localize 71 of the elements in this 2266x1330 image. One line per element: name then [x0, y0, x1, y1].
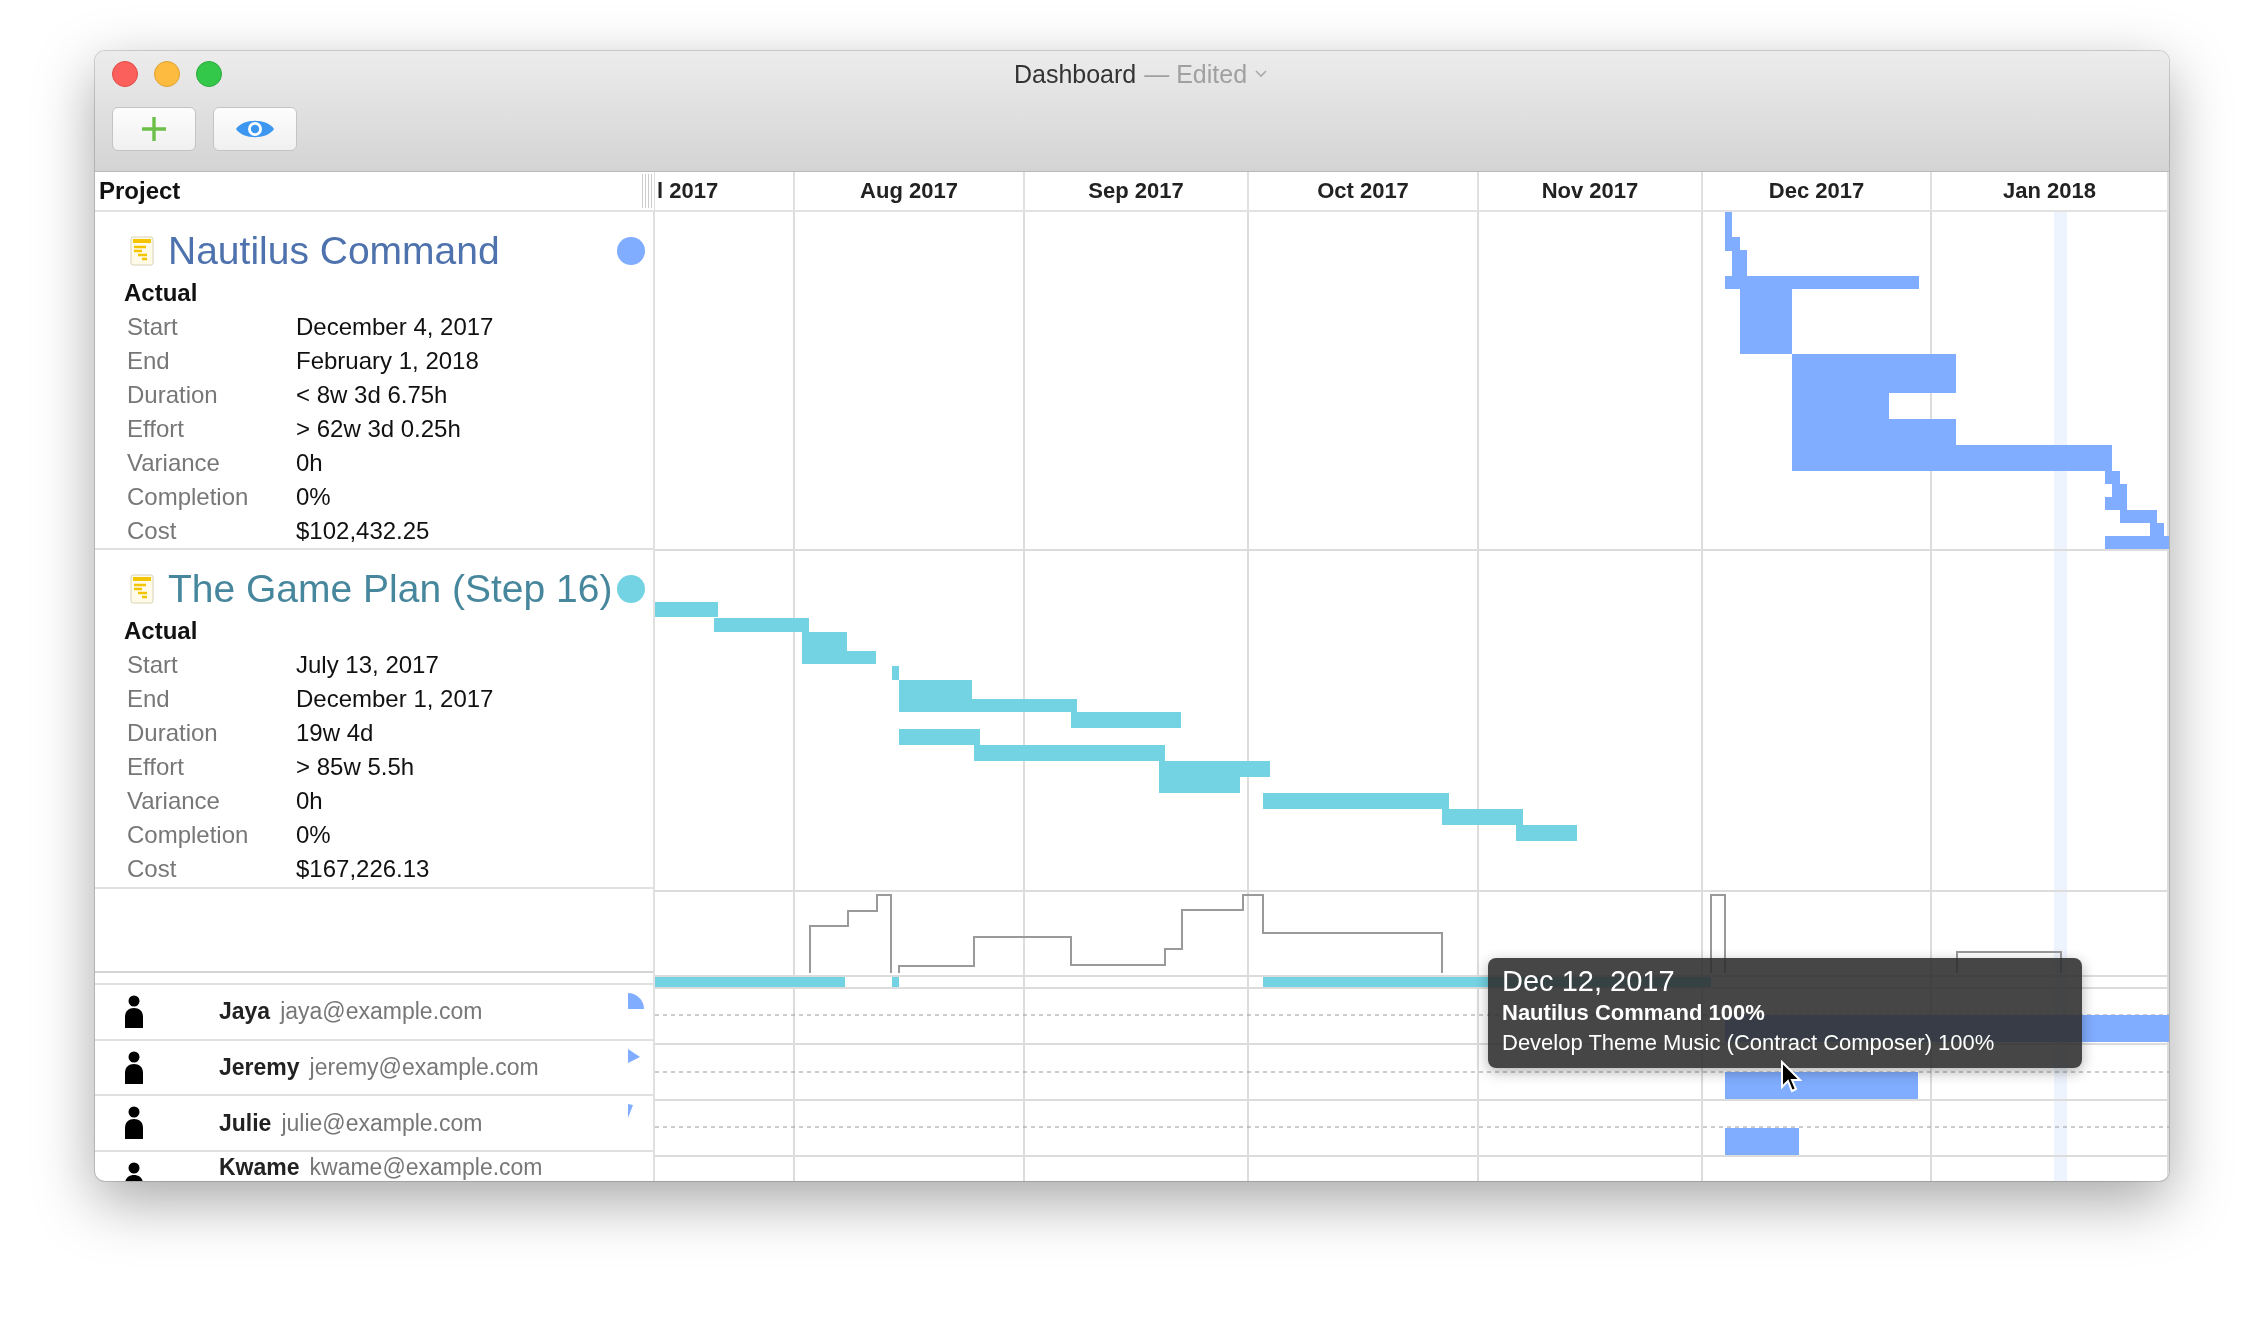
- field-value: 0h: [296, 448, 324, 478]
- field-label: End: [127, 684, 171, 714]
- month-label: Oct 2017: [1317, 178, 1409, 204]
- field-label: Completion: [127, 482, 250, 512]
- field-value: December 1, 2017: [296, 684, 495, 714]
- field-value: 0h: [296, 786, 324, 816]
- allocation-pie-icon: [628, 1048, 640, 1063]
- field-label: Cost: [127, 516, 178, 546]
- allocation-pie-icon: [628, 1104, 633, 1119]
- month-label: Nov 2017: [1541, 178, 1639, 204]
- section-label: Actual: [123, 616, 199, 646]
- field-label: Completion: [127, 820, 250, 850]
- resource-email: julie@example.com: [281, 1109, 483, 1137]
- zoom-button[interactable]: [196, 61, 222, 87]
- plus-icon: [139, 114, 169, 144]
- pointer-cursor-icon: [1780, 1060, 1802, 1094]
- resource-name: Kwame: [218, 1154, 300, 1181]
- field-label: End: [127, 346, 171, 376]
- column-resize-handle[interactable]: [642, 174, 652, 208]
- person-icon: [123, 1106, 145, 1141]
- person-icon: [123, 1050, 145, 1085]
- resource-name: Jaya: [218, 998, 271, 1026]
- month-label: Dec 2017: [1768, 178, 1865, 204]
- column-header: Project: [98, 177, 181, 205]
- field-label: Duration: [127, 718, 219, 748]
- field-value: 19w 4d: [296, 718, 375, 748]
- field-label: Variance: [127, 448, 221, 478]
- month-label: l 2017: [657, 178, 719, 204]
- month-label: Sep 2017: [1088, 178, 1184, 204]
- resource-email: jeremy@example.com: [309, 1054, 539, 1082]
- view-button[interactable]: [213, 107, 297, 151]
- field-label: Cost: [127, 854, 178, 884]
- field-value: February 1, 2018: [296, 346, 480, 376]
- allocation-pie-icon: [628, 993, 644, 1010]
- minimize-button[interactable]: [154, 61, 180, 87]
- field-value: $167,226.13: [296, 854, 431, 884]
- field-label: Variance: [127, 786, 221, 816]
- summary-bar: [892, 977, 899, 987]
- field-value: > 62w 3d 0.25h: [296, 414, 462, 444]
- resource-email: kwame@example.com: [309, 1154, 543, 1181]
- close-button[interactable]: [112, 61, 138, 87]
- field-label: Start: [127, 650, 179, 680]
- resource-name: Julie: [218, 1109, 272, 1137]
- person-icon: [123, 995, 145, 1030]
- field-label: Start: [127, 312, 179, 342]
- resource-email: jaya@example.com: [280, 998, 483, 1026]
- project-title[interactable]: Nautilus Command: [168, 229, 617, 273]
- field-label: Effort: [127, 414, 185, 444]
- edited-status[interactable]: — Edited: [1144, 59, 1248, 89]
- field-value: > 85w 5.5h: [296, 752, 416, 782]
- tooltip-task: Develop Theme Music (Contract Composer) 100%: [1502, 1029, 1996, 1057]
- tooltip-project: Nautilus Command 100%: [1502, 999, 1766, 1027]
- tooltip-date: Dec 12, 2017: [1502, 964, 1676, 998]
- project-title[interactable]: The Game Plan (Step 16): [168, 567, 617, 611]
- field-label: Duration: [127, 380, 219, 410]
- field-value: 0%: [296, 820, 332, 850]
- section-label: Actual: [123, 278, 199, 308]
- field-value: < 8w 3d 6.75h: [296, 380, 449, 410]
- field-label: Effort: [127, 752, 185, 782]
- project-file-icon: [130, 236, 154, 266]
- field-value: July 13, 2017: [296, 650, 440, 680]
- field-value: $102,432.25: [296, 516, 431, 546]
- chevron-icon[interactable]: [1255, 70, 1268, 78]
- month-label: Aug 2017: [860, 178, 958, 204]
- month-label: Jan 2018: [2003, 178, 2096, 204]
- field-value: 0%: [296, 482, 332, 512]
- field-value: December 4, 2017: [296, 312, 495, 342]
- project-file-icon: [130, 574, 154, 604]
- resource-name: Jeremy: [218, 1054, 300, 1082]
- add-button[interactable]: [112, 107, 196, 151]
- window-title: Dashboard: [1013, 59, 1137, 89]
